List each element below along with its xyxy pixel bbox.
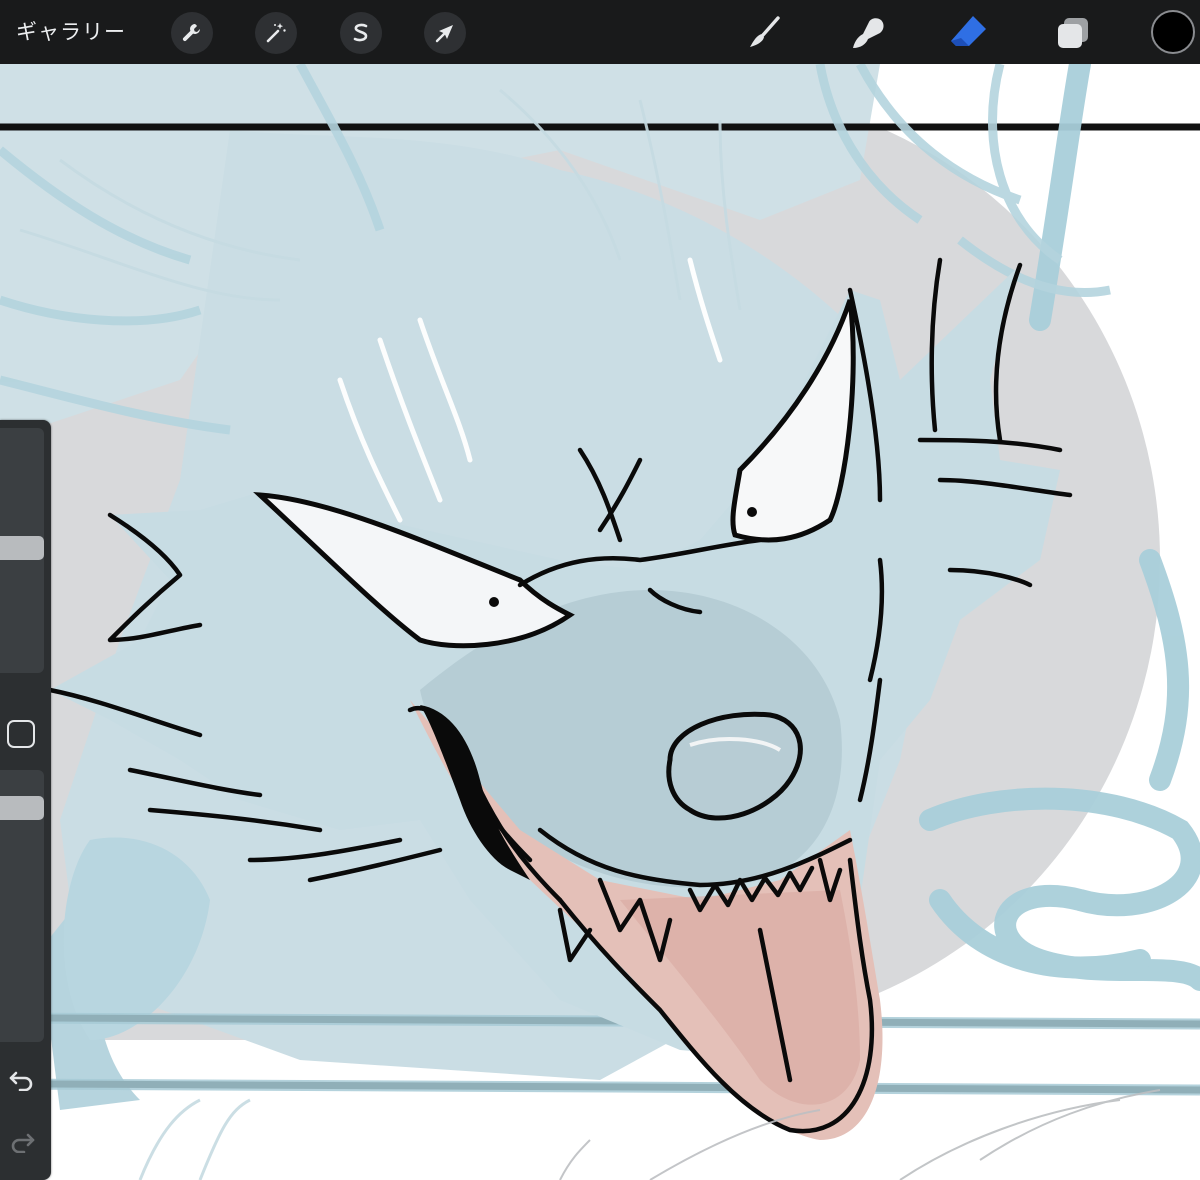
actions-button[interactable] [171,12,213,54]
undo-arrow-icon [9,1071,33,1091]
magic-wand-icon [266,23,286,43]
gallery-button[interactable]: ギャラリー [16,14,126,50]
top-toolbar: ギャラリー [0,0,1200,64]
brush-size-slider-thumb[interactable] [0,536,44,560]
layers-tool[interactable] [1050,10,1096,56]
eraser-icon [951,16,986,46]
transform-button[interactable] [424,12,466,54]
selection-button[interactable] [340,12,382,54]
smudge-icon [853,18,884,48]
adjustments-button[interactable] [255,12,297,54]
opacity-slider[interactable] [0,770,44,1042]
redo-arrow-icon [11,1133,35,1153]
artwork [0,64,1200,1180]
side-toolbar [0,420,51,1180]
arrow-cursor-icon [435,25,453,43]
brush-size-slider[interactable] [0,428,44,673]
color-swatch-button[interactable] [1151,10,1195,54]
smudge-tool[interactable] [845,10,891,56]
wrench-icon [182,24,200,42]
brush-icon [750,16,780,47]
wolf-right-pupil [747,507,757,517]
layers-icon [1058,18,1088,48]
eraser-tool[interactable] [946,10,992,56]
brush-tool[interactable] [742,10,788,56]
redo-button[interactable] [6,1126,38,1156]
modify-button[interactable] [7,720,35,748]
drawing-canvas[interactable] [0,64,1200,1180]
wolf-left-pupil [489,597,499,607]
selection-s-icon [353,23,368,42]
undo-button[interactable] [6,1064,38,1094]
opacity-slider-thumb[interactable] [0,796,44,820]
